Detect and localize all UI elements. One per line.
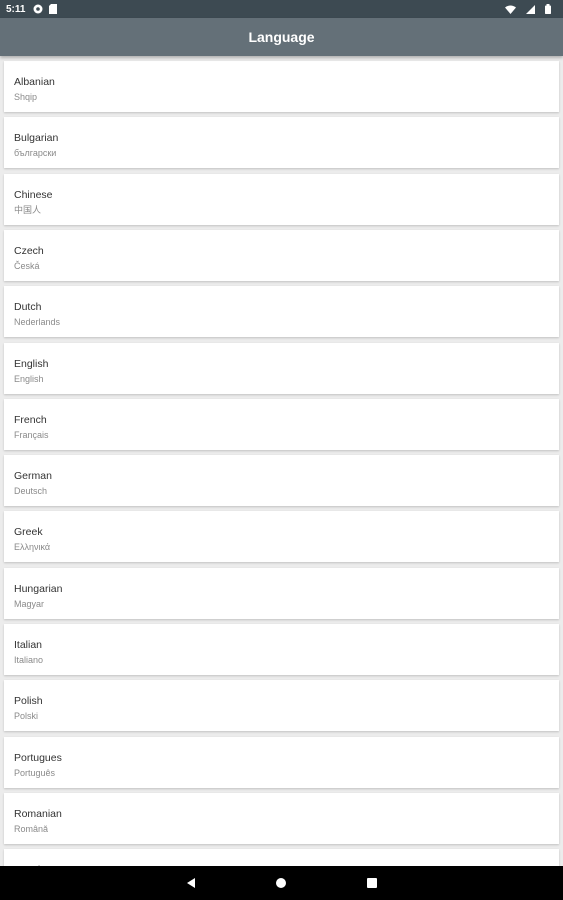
language-name: Polish — [14, 695, 43, 707]
language-item-bulgarian[interactable]: Bulgarian български — [4, 117, 559, 168]
language-item-portugues[interactable]: Portugues Português — [4, 737, 559, 788]
language-item-greek[interactable]: Greek Ελληνικά — [4, 511, 559, 562]
status-bar: 5:11 — [0, 0, 563, 18]
language-item-french[interactable]: French Français — [4, 399, 559, 450]
status-indicators — [505, 4, 557, 14]
language-item-german[interactable]: German Deutsch — [4, 455, 559, 506]
wifi-icon — [505, 5, 516, 14]
language-name: Romanian — [14, 808, 62, 820]
back-button[interactable] — [174, 866, 208, 900]
language-item-russian[interactable]: Russian — [4, 849, 559, 866]
navigation-bar — [0, 866, 563, 900]
language-item-hungarian[interactable]: Hungarian Magyar — [4, 568, 559, 619]
app-bar: Language — [0, 18, 563, 56]
language-native-name: Português — [14, 768, 56, 778]
home-icon — [276, 878, 286, 888]
language-native-name: Shqip — [14, 92, 38, 102]
language-item-english[interactable]: English English — [4, 343, 559, 394]
language-native-name: Nederlands — [14, 317, 61, 327]
language-native-name: Deutsch — [14, 486, 48, 496]
language-name: Czech — [14, 245, 44, 257]
language-name: German — [14, 470, 52, 482]
language-item-polish[interactable]: Polish Polski — [4, 680, 559, 731]
language-name: Portugues — [14, 752, 62, 764]
page-title: Language — [248, 29, 315, 45]
language-name: Bulgarian — [14, 132, 59, 144]
sd-card-icon — [49, 4, 58, 14]
language-native-name: 中国人 — [14, 205, 42, 215]
language-native-name: Italiano — [14, 655, 44, 665]
language-native-name: български — [14, 148, 57, 158]
battery-icon — [545, 4, 551, 14]
language-name: French — [14, 414, 47, 426]
language-item-albanian[interactable]: Albanian Shqip — [4, 61, 559, 112]
language-name: Albanian — [14, 76, 55, 88]
language-name: English — [14, 358, 49, 370]
language-native-name: Ελληνικά — [14, 542, 51, 552]
back-icon — [187, 878, 195, 888]
language-item-czech[interactable]: Czech Česká — [4, 230, 559, 281]
language-native-name: Česká — [14, 261, 40, 271]
language-list[interactable]: Albanian Shqip Bulgarian български Chinese 中国… — [0, 56, 563, 866]
language-item-chinese[interactable]: Chinese 中国人 — [4, 174, 559, 225]
language-native-name: Magyar — [14, 599, 45, 609]
language-name: Greek — [14, 526, 43, 538]
language-item-dutch[interactable]: Dutch Nederlands — [4, 286, 559, 337]
language-native-name: English — [14, 374, 44, 384]
language-name: Hungarian — [14, 583, 63, 595]
home-button[interactable] — [264, 866, 298, 900]
language-native-name: Română — [14, 824, 49, 834]
language-name: Dutch — [14, 301, 42, 313]
settings-icon — [33, 4, 43, 14]
language-native-name: Français — [14, 430, 49, 440]
recents-icon — [367, 878, 377, 888]
language-native-name: Polski — [14, 711, 39, 721]
recents-button[interactable] — [355, 866, 389, 900]
language-name: Italian — [14, 639, 43, 651]
status-time: 5:11 — [6, 3, 26, 15]
signal-icon — [526, 4, 535, 14]
language-name: Chinese — [14, 189, 53, 201]
language-item-italian[interactable]: Italian Italiano — [4, 624, 559, 675]
language-item-romanian[interactable]: Romanian Română — [4, 793, 559, 844]
